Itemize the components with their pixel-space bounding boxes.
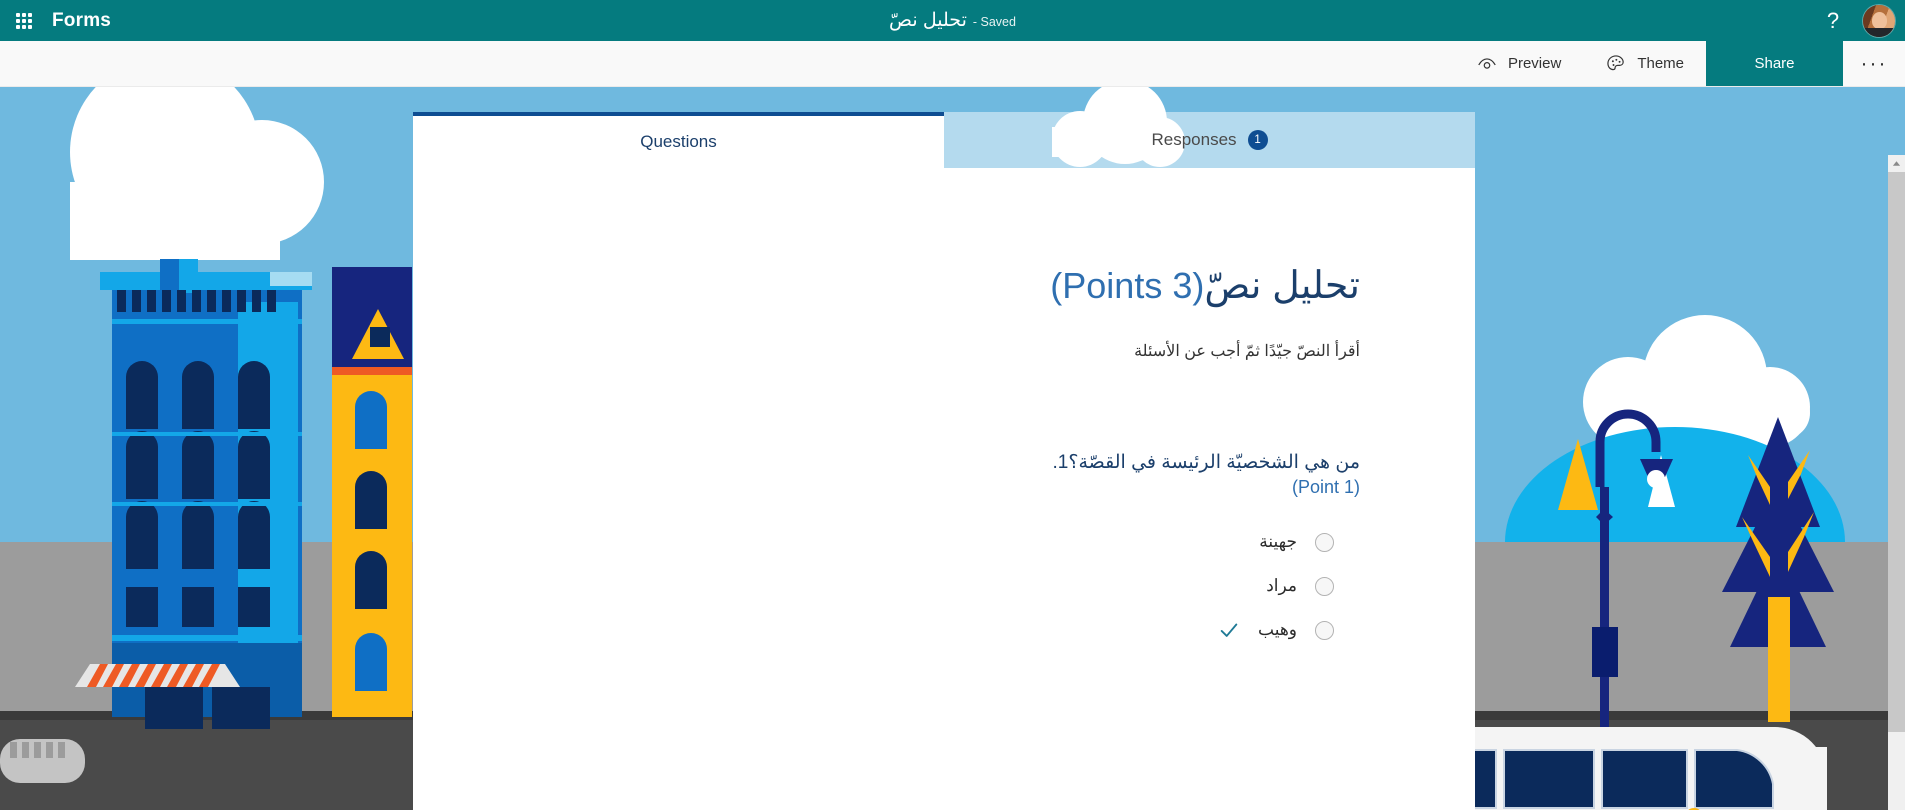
waffle-grid	[16, 12, 32, 29]
question-1-prompt: من هي الشخصيّة الرئيسة في القصّة؟	[1068, 451, 1360, 473]
form-description[interactable]: أقرأ النصّ جيّدًا ثمّ أجب عن الأسئلة	[473, 341, 1360, 361]
app-header: Forms	[0, 0, 1905, 41]
share-button[interactable]: Share	[1706, 41, 1843, 86]
radio-button-icon[interactable]	[1315, 576, 1334, 596]
form-tabs: Questions Responses 1	[413, 112, 1475, 168]
option-label: مراد	[1266, 576, 1297, 595]
avatar-face	[1872, 11, 1887, 29]
question-item-1[interactable]: من هي الشخصيّة الرئيسة في القصّة؟1. (1 P…	[473, 449, 1360, 653]
theme-button[interactable]: Theme	[1583, 41, 1706, 86]
correct-answer-check-icon	[1218, 619, 1240, 641]
responses-count-badge: 1	[1247, 130, 1268, 150]
tab-responses[interactable]: Responses 1	[944, 112, 1475, 168]
option-row[interactable]: جهينة	[473, 520, 1360, 564]
scroll-up-arrow-icon[interactable]	[1888, 155, 1905, 172]
form-title[interactable]: تحليل نصّ(3 Points)	[473, 263, 1360, 311]
radio-button-icon[interactable]	[1315, 532, 1334, 552]
shop-awning	[75, 664, 240, 687]
preview-label: Preview	[1507, 55, 1562, 72]
question-1-options: جهينة مراد وهيب	[473, 520, 1360, 652]
form-title-text: تحليل نصّ	[1204, 265, 1360, 307]
question-1-text: من هي الشخصيّة الرئيسة في القصّة؟1.	[473, 449, 1360, 478]
question-1-points: (1 Point)	[1291, 477, 1360, 497]
avatar-shirt	[1863, 27, 1895, 37]
app-brand-label[interactable]: Forms	[52, 10, 111, 32]
more-options-button[interactable]: ···	[1843, 41, 1905, 86]
app-launcher-waffle-icon[interactable]	[0, 0, 48, 41]
form-canvas: تحليل نصّ(3 Points) أقرأ النصّ جيّدًا ثم…	[413, 168, 1475, 810]
tab-questions-label: Questions	[640, 132, 717, 151]
tab-questions[interactable]: Questions	[413, 112, 944, 168]
tab-responses-label: Responses	[1151, 130, 1237, 149]
avatar[interactable]	[1863, 4, 1895, 37]
option-row[interactable]: مراد	[473, 564, 1360, 608]
form-title-points: (3 Points)	[1050, 265, 1205, 306]
building-yellow	[332, 267, 412, 717]
vehicle-left	[0, 739, 85, 783]
eye-preview-icon	[1476, 53, 1498, 75]
command-bar: Preview Theme Share ···	[0, 41, 1905, 87]
scrollbar-thumb[interactable]	[1888, 172, 1905, 732]
bus-right	[1469, 727, 1827, 810]
form-editor-panel: Questions Responses 1 تحليل نصّ(3 Points…	[413, 87, 1475, 810]
question-1-number: 1.	[1052, 451, 1069, 473]
theme-label: Theme	[1637, 55, 1684, 72]
option-label: وهيب	[1258, 620, 1297, 639]
page-scrollbar[interactable]	[1888, 155, 1905, 810]
option-label: جهينة	[1259, 532, 1297, 551]
option-row[interactable]: وهيب	[473, 608, 1360, 652]
radio-button-icon[interactable]	[1315, 620, 1334, 640]
header-right-actions: ?	[1819, 0, 1895, 41]
palette-theme-icon	[1605, 53, 1627, 75]
help-icon[interactable]: ?	[1819, 9, 1847, 32]
preview-button[interactable]: Preview	[1454, 41, 1583, 86]
